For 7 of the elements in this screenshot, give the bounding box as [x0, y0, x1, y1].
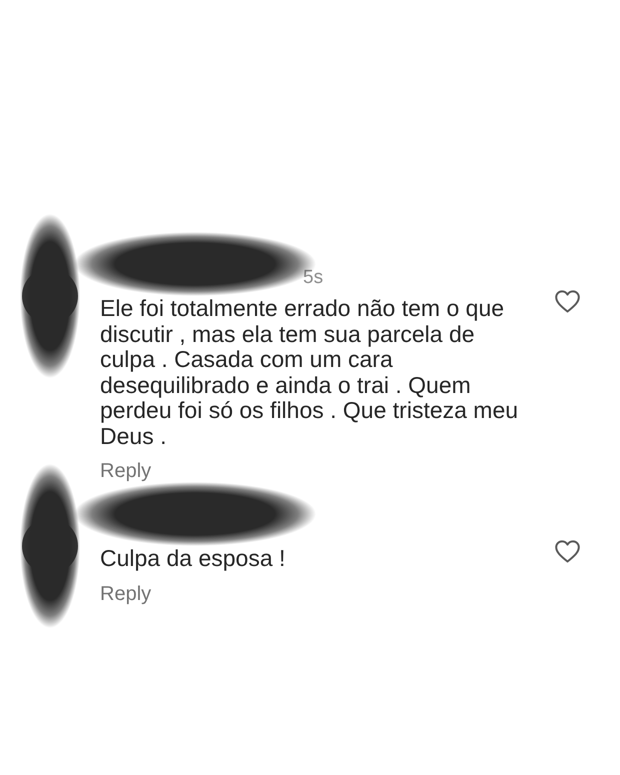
reply-button[interactable]: Reply: [100, 460, 152, 482]
heart-icon[interactable]: [555, 540, 580, 563]
comment-timestamp: 5s: [303, 268, 324, 288]
comment-text: Culpa da esposa !: [100, 546, 286, 572]
reply-button[interactable]: Reply: [100, 582, 152, 604]
heart-icon[interactable]: [555, 290, 580, 313]
comment-text: Ele foi totalmente errado não tem o que discutir , mas ela tem sua parcela de culpa . Casada com um cara desequilibrado e ainda o trai . Quem perdeu foi só os filhos . Que tristeza meu Deus .: [100, 296, 520, 449]
